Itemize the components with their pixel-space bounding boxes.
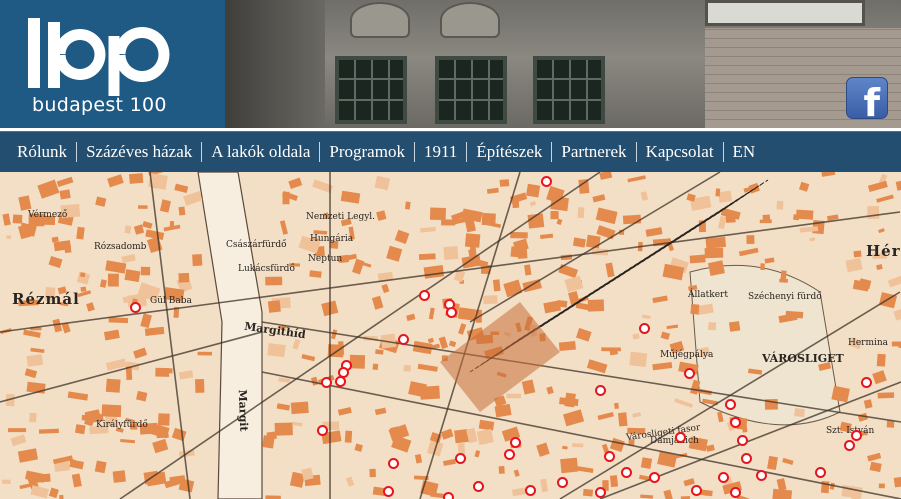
house-marker[interactable] [504,449,515,460]
site-header: budapest 100 f [0,0,901,128]
house-marker[interactable] [595,487,606,498]
map-label: Állatkert [688,290,728,300]
map-label: Hungária [310,234,354,244]
house-marker[interactable] [725,399,736,410]
map-label: Margit [235,389,251,432]
map-label: Gül Baba [150,296,192,306]
map-label: VÁROSLIGET [762,352,844,365]
house-marker[interactable] [639,323,650,334]
house-marker[interactable] [604,451,615,462]
house-marker[interactable] [335,376,346,387]
house-marker[interactable] [621,467,632,478]
house-marker[interactable] [649,472,660,483]
nav-item-partnerek[interactable]: Partnerek [561,142,626,162]
house-marker[interactable] [455,453,466,464]
house-marker[interactable] [684,368,695,379]
house-marker[interactable] [756,470,767,481]
house-marker[interactable] [718,472,729,483]
map-label: Lukácsfürdő [238,264,295,274]
house-marker[interactable] [510,437,521,448]
house-marker[interactable] [383,486,394,497]
house-marker[interactable] [398,334,409,345]
facebook-icon[interactable]: f [846,77,888,122]
nav-item-epiteszek[interactable]: Építészek [476,142,542,162]
house-marker[interactable] [595,385,606,396]
historic-map[interactable]: Rézmál Margithíd Margit Császárfürdő Luk… [0,172,901,499]
main-navigation: Rólunk Százéves házak A lakók oldala Pro… [0,131,901,172]
nav-item-rolunk[interactable]: Rólunk [17,142,67,162]
map-label: Császárfürdő [226,240,287,250]
house-marker[interactable] [473,481,484,492]
nav-divider [551,142,553,162]
nav-item-kapcsolat[interactable]: Kapcsolat [646,142,714,162]
map-label: Széchenyi fürdő [748,292,822,302]
nav-item-szazeves-hazak[interactable]: Százéves házak [86,142,192,162]
house-marker[interactable] [446,307,457,318]
map-label: Hér [866,242,901,260]
map-label: Rézmál [12,290,80,308]
logo-text: budapest 100 [32,94,167,116]
nav-divider [722,142,724,162]
house-marker[interactable] [541,176,552,187]
map-label: Királyfürdő [96,420,148,430]
budapest-100-logo-icon [28,18,170,96]
house-marker[interactable] [691,485,702,496]
nav-divider [635,142,637,162]
header-photo [225,0,901,128]
nav-divider [76,142,78,162]
house-marker[interactable] [388,458,399,469]
nav-divider [201,142,203,162]
map-label: Nemzeti Legyl. [306,212,376,222]
house-marker[interactable] [861,377,872,388]
map-label: Rózsadomb [94,242,147,252]
nav-item-a-lakok-oldala[interactable]: A lakók oldala [211,142,310,162]
house-marker[interactable] [557,477,568,488]
house-marker[interactable] [443,492,454,499]
house-marker[interactable] [737,435,748,446]
map-label: Hermina [848,338,889,348]
nav-item-1911[interactable]: 1911 [424,142,457,162]
map-label: Vérmező [28,210,68,220]
house-marker[interactable] [844,440,855,451]
nav-divider [413,142,415,162]
map-label: Műjégpálya [660,350,714,360]
logo-panel[interactable]: budapest 100 [0,0,225,128]
house-marker[interactable] [321,377,332,388]
house-marker[interactable] [851,430,862,441]
house-marker[interactable] [419,290,430,301]
house-marker[interactable] [741,453,752,464]
nav-item-en[interactable]: EN [733,142,756,162]
house-marker[interactable] [317,425,328,436]
nav-divider [319,142,321,162]
house-marker[interactable] [675,432,686,443]
house-marker[interactable] [730,417,741,428]
house-marker[interactable] [730,487,741,498]
house-marker[interactable] [525,485,536,496]
map-background [0,172,901,499]
house-marker[interactable] [130,302,141,313]
nav-item-programok[interactable]: Programok [329,142,405,162]
map-label: Neptun [308,254,343,264]
nav-divider [466,142,468,162]
house-marker[interactable] [815,467,826,478]
